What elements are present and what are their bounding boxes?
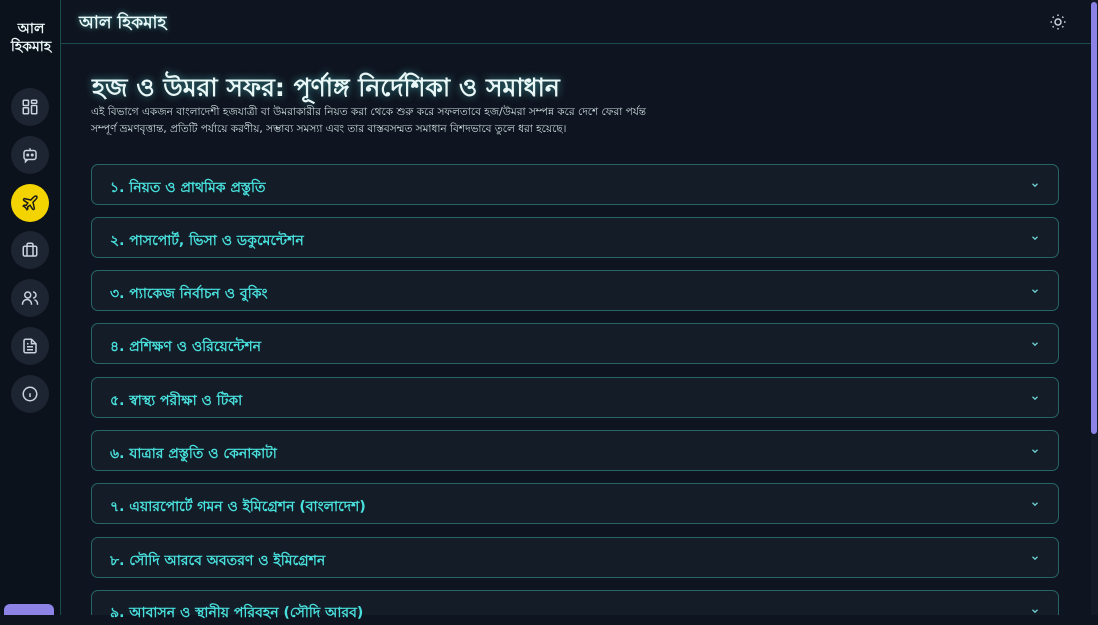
- accordion-item[interactable]: ৯. আবাসন ও স্থানীয় পরিবহন (সৌদি আরব): [91, 590, 1059, 621]
- accordion-item[interactable]: ২. পাসপোর্ট, ভিসা ও ডকুমেন্টেশন: [91, 217, 1059, 258]
- chevron-down-icon: [1032, 236, 1038, 241]
- intro-line: সম্পূর্ণ ভ্রমণবৃত্তান্ত, প্রতিটি পর্যায়…: [91, 123, 567, 135]
- chevron-down-icon: [1032, 289, 1038, 294]
- header: আল হিকমাহ: [61, 0, 1091, 44]
- accordion-label: ৪. প্রশিক্ষণ ও ওরিয়েন্টেশন: [110, 339, 262, 355]
- accordion-label: ৮. সৌদি আরবে অবতরণ ও ইমিগ্রেশন: [110, 553, 326, 569]
- logo[interactable]: আল হিকমাহ: [4, 20, 58, 56]
- chat-bot-icon: [23, 148, 37, 164]
- sun-icon[interactable]: [1049, 13, 1067, 31]
- accordion-item[interactable]: ১. নিয়ত ও প্রাথমিক প্রস্তুতি: [91, 164, 1059, 205]
- accordion-label: ১. নিয়ত ও প্রাথমিক প্রস্তুতি: [110, 180, 266, 196]
- info-icon: [22, 386, 38, 402]
- accordion-item[interactable]: ৩. প্যাকেজ নির্বাচন ও বুকিং: [91, 270, 1059, 311]
- accordion-label: ৬. যাত্রার প্রস্তুতি ও কেনাকাটা: [110, 446, 277, 462]
- accordion-item[interactable]: ৬. যাত্রার প্রস্তুতি ও কেনাকাটা: [91, 430, 1059, 471]
- briefcase-icon: [22, 242, 38, 257]
- accordion-item[interactable]: ৭. এয়ারপোর্টে গমন ও ইমিগ্রেশন (বাংলাদেশ…: [91, 483, 1059, 524]
- accordion-label: ৫. স্বাস্থ্য পরীক্ষা ও টিকা: [110, 393, 243, 409]
- intro-text: এই বিভাগে একজন বাংলাদেশী হজযাত্রী বা উমর…: [91, 104, 711, 138]
- nav-travel-button[interactable]: [11, 231, 49, 269]
- accordion-label: ৩. প্যাকেজ নির্বাচন ও বুকিং: [110, 286, 268, 302]
- airplane-icon: [22, 195, 38, 211]
- users-icon: [21, 291, 39, 305]
- accordion-item[interactable]: ৪. প্রশিক্ষণ ও ওরিয়েন্টেশন: [91, 323, 1059, 364]
- intro-line: এই বিভাগে একজন বাংলাদেশী হজযাত্রী বা উমর…: [91, 106, 647, 118]
- chevron-down-icon: [1032, 556, 1038, 561]
- document-icon: [23, 338, 37, 354]
- nav-dashboard-button[interactable]: [11, 88, 49, 126]
- chevron-down-icon: [1032, 183, 1038, 188]
- chevron-down-icon: [1032, 449, 1038, 454]
- chevron-down-icon: [1032, 342, 1038, 347]
- scrollbar-thumb[interactable]: [1091, 2, 1097, 434]
- nav-hajj-button[interactable]: [11, 184, 49, 222]
- accordion-label: ৭. এয়ারপোর্টে গমন ও ইমিগ্রেশন (বাংলাদেশ…: [110, 499, 366, 515]
- accordion-item[interactable]: ৮. সৌদি আরবে অবতরণ ও ইমিগ্রেশন: [91, 537, 1059, 578]
- nav-documents-button[interactable]: [11, 327, 49, 365]
- app-title: আল হিকমাহ: [79, 13, 167, 33]
- chevron-down-icon: [1032, 396, 1038, 401]
- nav-chat-button[interactable]: [11, 136, 49, 174]
- sidebar: আল হিকমাহ: [0, 0, 61, 615]
- nav-users-button[interactable]: [11, 279, 49, 317]
- dashboard-icon: [22, 99, 38, 115]
- accordion-label: ২. পাসপোর্ট, ভিসা ও ডকুমেন্টেশন: [110, 233, 304, 249]
- accordion-label: ৯. আবাসন ও স্থানীয় পরিবহন (সৌদি আরব): [110, 605, 364, 621]
- sidebar-bottom-button[interactable]: [4, 604, 54, 615]
- accordion-item[interactable]: ৫. স্বাস্থ্য পরীক্ষা ও টিকা: [91, 377, 1059, 418]
- chevron-down-icon: [1032, 502, 1038, 507]
- nav-info-button[interactable]: [11, 375, 49, 413]
